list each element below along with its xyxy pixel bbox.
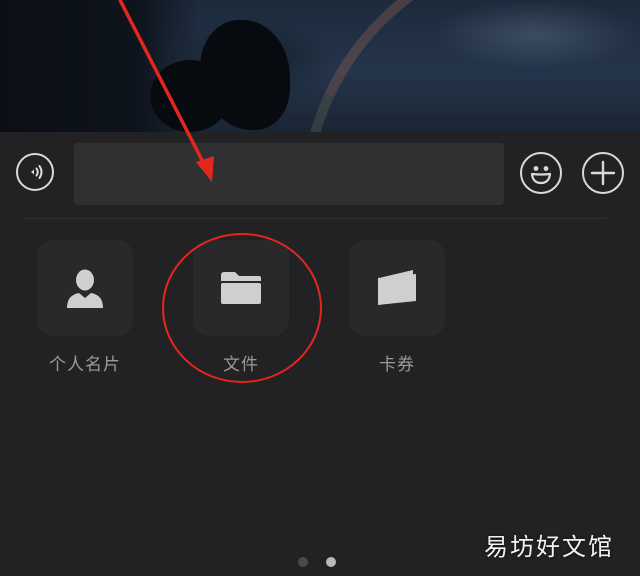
tool-file[interactable]: 文件 (186, 240, 296, 375)
page-dot[interactable] (298, 557, 308, 567)
chat-background-wallpaper (0, 0, 640, 132)
tool-tile[interactable] (349, 240, 445, 336)
page-dot-active[interactable] (326, 557, 336, 567)
tool-label: 个人名片 (49, 355, 121, 375)
tool-tile[interactable] (37, 240, 133, 336)
voice-input-button[interactable] (16, 153, 54, 191)
message-input[interactable] (74, 143, 504, 205)
page-indicator (298, 557, 336, 567)
emoji-button[interactable] (520, 152, 562, 194)
tool-label: 卡券 (379, 355, 415, 375)
input-bar (0, 132, 640, 218)
coupon-card-icon (378, 270, 416, 305)
contact-card-person-icon (67, 269, 103, 308)
plus-circle-icon (590, 160, 616, 186)
chat-screen: 个人名片 文件 卡券 易坊好文馆 (0, 0, 640, 576)
tool-coupon[interactable]: 卡券 (342, 240, 452, 375)
watermark: 易坊好文馆 (484, 533, 614, 561)
voice-wave-icon (31, 165, 43, 179)
input-panel: 个人名片 文件 卡券 (0, 132, 640, 576)
input-divider (24, 218, 606, 219)
tool-contact-card[interactable]: 个人名片 (30, 240, 140, 375)
tool-tile[interactable] (193, 240, 289, 336)
emoji-smile-icon (530, 166, 552, 185)
tool-label: 文件 (223, 355, 259, 375)
folder-icon (221, 272, 261, 304)
more-functions-button[interactable] (582, 152, 624, 194)
